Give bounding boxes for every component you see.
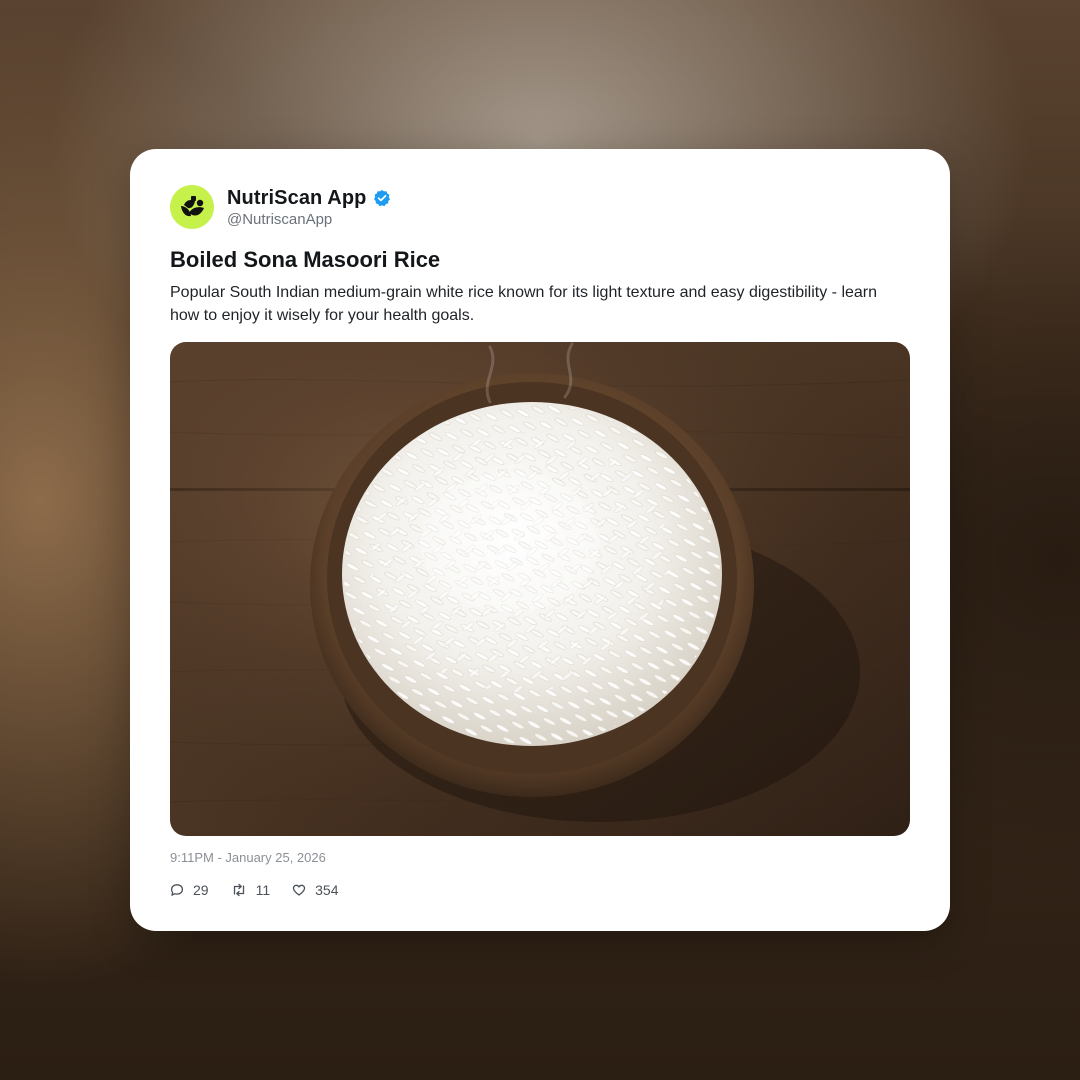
post-title: Boiled Sona Masoori Rice — [170, 247, 441, 272]
post-image[interactable] — [170, 342, 910, 836]
reply-count: 29 — [193, 882, 209, 898]
verified-badge-icon — [374, 189, 391, 207]
avatar[interactable] — [170, 185, 214, 229]
repost-count: 11 — [255, 882, 271, 898]
author-name-row: NutriScan App — [227, 186, 391, 210]
action-bar: 29 11 354 — [170, 880, 360, 900]
heart-icon — [292, 884, 306, 896]
post-header: NutriScan App @NutriscanApp — [170, 185, 391, 229]
reply-button[interactable]: 29 — [170, 882, 209, 898]
reply-icon — [170, 884, 184, 896]
repost-button[interactable]: 11 — [231, 882, 271, 898]
repost-icon — [233, 883, 244, 897]
like-count: 354 — [315, 882, 339, 898]
author-identity: NutriScan App @NutriscanApp — [227, 186, 391, 228]
rice-bowl-photo — [170, 342, 910, 836]
author-name[interactable]: NutriScan App — [227, 187, 366, 210]
post-card: NutriScan App @NutriscanApp Boiled Sona … — [130, 149, 950, 931]
post-description: Popular South Indian medium-grain white … — [170, 284, 878, 324]
author-handle[interactable]: @NutriscanApp — [227, 211, 391, 228]
post-timestamp[interactable]: 9:11PM - January 25, 2026 — [170, 850, 326, 865]
like-button[interactable]: 354 — [292, 882, 338, 898]
nutriscan-logo-icon — [181, 196, 204, 217]
